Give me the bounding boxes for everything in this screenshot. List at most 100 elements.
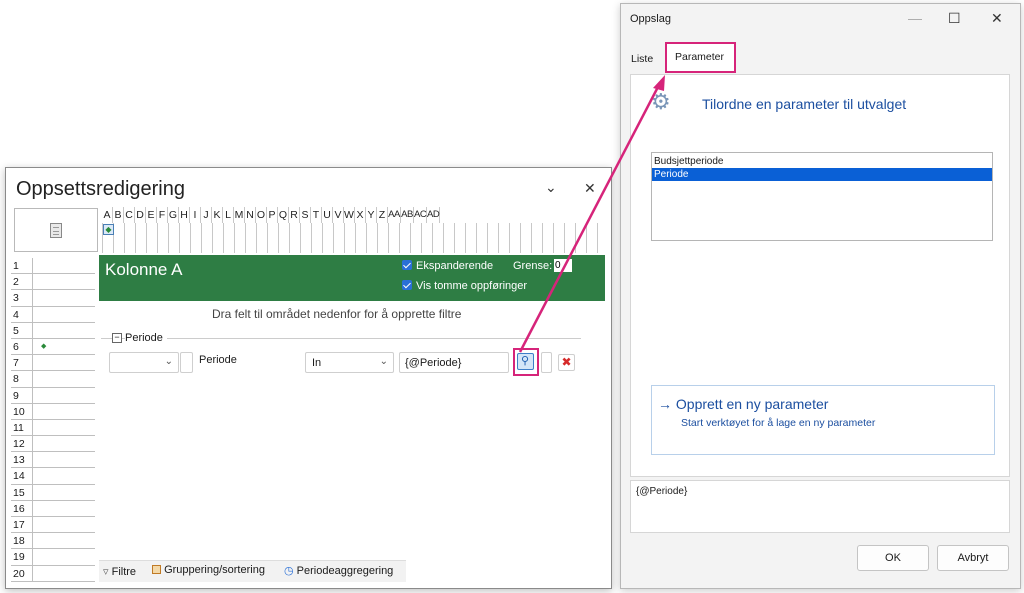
list-item[interactable]: Budsjettperiode [652, 155, 992, 168]
add-row-icon[interactable]: ◆ [41, 339, 46, 355]
row-header[interactable]: 6 ◆ [11, 338, 95, 356]
column-header[interactable]: AB [401, 207, 414, 223]
column-headers: A B C D E F G H I J K L M N O P Q R S T U V W X Y Z AA AB AC AD [102, 207, 440, 223]
tab-filtre[interactable]: ▿ Filtre [103, 565, 136, 578]
column-header[interactable]: U [322, 207, 333, 223]
row-header[interactable]: 8 [11, 371, 95, 388]
column-header[interactable]: AA [388, 207, 401, 223]
row-header[interactable]: 1 [11, 258, 95, 275]
ok-button[interactable]: OK [857, 545, 929, 571]
close-icon[interactable]: ✕ [991, 10, 1003, 27]
column-header[interactable]: K [212, 207, 223, 223]
add-column-icon[interactable]: ◆ [103, 224, 114, 235]
row-cell [32, 468, 33, 484]
filter-combo-left[interactable]: ⌄ [109, 352, 179, 373]
row-header[interactable]: 16 [11, 500, 95, 517]
tab-gruppering[interactable]: Gruppering/sortering [152, 564, 265, 576]
group-label: Periode [125, 332, 167, 344]
tab-periodeaggregering[interactable]: ◷ Periodeaggregering [284, 564, 393, 577]
filter-value-input[interactable]: {@Periode} [399, 352, 509, 373]
tab-liste[interactable]: Liste [631, 53, 653, 65]
column-header[interactable]: A [102, 207, 113, 223]
column-header[interactable]: J [201, 207, 212, 223]
column-header[interactable]: R [289, 207, 300, 223]
row-header[interactable]: 18 [11, 533, 95, 550]
remove-filter-button[interactable]: ✖ [558, 354, 575, 371]
row-cell [32, 549, 33, 565]
create-parameter-button[interactable]: → Opprett en ny parameter Start verktøye… [651, 385, 995, 455]
chevron-down-icon[interactable]: ⌄ [545, 179, 557, 196]
minimize-icon[interactable]: — [908, 10, 922, 26]
column-header[interactable]: F [157, 207, 168, 223]
maximize-icon[interactable]: ☐ [948, 10, 961, 27]
lookup-button[interactable]: ⚲ [517, 353, 534, 370]
row-header[interactable]: 13 [11, 452, 95, 469]
row-cell: ◆ [32, 338, 46, 355]
row-header[interactable]: 20 [11, 565, 95, 582]
expression-field[interactable]: {@Periode} [630, 480, 1010, 533]
limit-spinner[interactable]: 0 [554, 259, 572, 272]
column-header[interactable]: V [333, 207, 344, 223]
column-header[interactable]: P [267, 207, 278, 223]
magnifier-icon: ⚲ [521, 355, 530, 367]
row-cell [32, 500, 33, 516]
list-item-selected[interactable]: Periode [652, 168, 992, 181]
column-header[interactable]: AD [427, 207, 440, 223]
row-header[interactable]: 15 [11, 484, 95, 501]
column-header[interactable]: AC [414, 207, 427, 223]
row-cell [32, 419, 33, 436]
row-header[interactable]: 11 [11, 419, 95, 437]
column-header[interactable]: B [113, 207, 124, 223]
row-number: 11 [13, 421, 24, 434]
column-header[interactable]: W [344, 207, 355, 223]
row-header[interactable]: 7 [11, 355, 95, 372]
column-header[interactable]: I [190, 207, 201, 223]
collapse-group-button[interactable]: − [112, 333, 122, 343]
row-header[interactable]: 5 [11, 322, 95, 339]
column-header[interactable]: Q [278, 207, 289, 223]
show-empty-checkbox[interactable]: Vis tomme oppføringer [402, 280, 527, 292]
column-header[interactable]: M [234, 207, 245, 223]
column-header[interactable]: Z [377, 207, 388, 223]
column-header[interactable]: D [135, 207, 146, 223]
column-header[interactable]: X [355, 207, 366, 223]
value-chip [541, 352, 552, 373]
row-number: 10 [13, 405, 25, 418]
row-number: 13 [13, 454, 25, 467]
check-icon [402, 280, 412, 290]
panel-heading: Tilordne en parameter til utvalget [702, 96, 907, 112]
row-header[interactable]: 14 [11, 468, 95, 485]
expand-checkbox[interactable]: Ekspanderende [402, 260, 493, 272]
column-header[interactable]: E [146, 207, 157, 223]
column-header[interactable]: L [223, 207, 234, 223]
row-header[interactable]: 17 [11, 517, 95, 534]
row-header[interactable]: 9 [11, 387, 95, 404]
limit-label: Grense: [513, 260, 553, 272]
cancel-button[interactable]: Avbryt [937, 545, 1009, 571]
row-header[interactable]: 4 [11, 306, 95, 323]
close-icon[interactable]: ✕ [584, 180, 596, 197]
column-header[interactable]: S [300, 207, 311, 223]
column-header[interactable]: Y [366, 207, 377, 223]
row-number: 4 [13, 308, 19, 321]
row-header[interactable]: 19 [11, 549, 95, 566]
column-header-panel: Kolonne A Ekspanderende Grense: 0 Vis to… [99, 255, 605, 301]
dialog-title: Oppslag [630, 13, 671, 25]
column-header[interactable]: N [245, 207, 256, 223]
row-cell [32, 565, 33, 581]
column-header[interactable]: C [124, 207, 135, 223]
row-number: 1 [13, 260, 19, 272]
operator-select[interactable]: In ⌄ [305, 352, 394, 373]
row-header[interactable]: 10 [11, 403, 95, 420]
tab-parameter[interactable]: Parameter [665, 42, 736, 73]
column-header[interactable]: O [256, 207, 267, 223]
row-header[interactable]: 3 [11, 290, 95, 307]
row-header[interactable]: 12 [11, 436, 95, 453]
column-header[interactable]: T [311, 207, 322, 223]
sheet-selector[interactable] [14, 208, 98, 252]
column-header[interactable]: G [168, 207, 179, 223]
parameter-list[interactable]: Budsjettperiode Periode [651, 152, 993, 241]
column-header[interactable]: H [179, 207, 190, 223]
row-number: 3 [13, 292, 19, 305]
row-header[interactable]: 2 [11, 274, 95, 291]
